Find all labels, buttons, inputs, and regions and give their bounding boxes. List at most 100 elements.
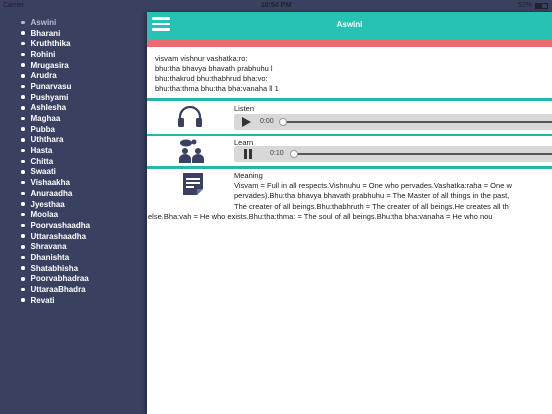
sidebar-item-dhanishta[interactable]: Dhanishta <box>0 252 147 263</box>
people-icon <box>179 139 204 163</box>
bullet-icon <box>21 116 25 121</box>
meaning-label: Meaning <box>234 170 263 180</box>
sidebar-item-kruththika[interactable]: Kruththika <box>0 38 147 49</box>
learn-track[interactable] <box>292 153 552 155</box>
bullet-icon <box>21 127 25 131</box>
sidebar-item-punarvasu[interactable]: Punarvasu <box>0 81 147 92</box>
sidebar-item-maghaa[interactable]: Maghaa <box>0 113 147 124</box>
sidebar-item-poorvashaadha[interactable]: Poorvashaadha <box>0 220 147 231</box>
sidebar-item-label: Rohini <box>30 49 56 59</box>
page-title: Aswini <box>336 20 363 29</box>
sidebar-item-label: Mrugasira <box>30 60 69 70</box>
verse-line: bhu:tha:thma bhu:tha bha:vanaha ll 1 <box>155 84 279 93</box>
sidebar-item-shravana[interactable]: Shravana <box>0 241 147 252</box>
bullet-icon <box>21 202 25 206</box>
verse-line: visvam vishnur vashatka:ro: <box>155 54 248 63</box>
listen-track[interactable] <box>280 120 552 123</box>
bullet-icon <box>21 74 25 78</box>
meaning-line: The creater of all beings.Bhu:thabhruth … <box>234 201 509 211</box>
sidebar-item-jyesthaa[interactable]: Jyesthaa <box>0 199 147 210</box>
bullet-icon <box>21 41 25 46</box>
bullet-icon <box>21 298 25 302</box>
bullet-icon <box>21 52 25 57</box>
document-icon <box>183 172 203 195</box>
sidebar-item-chitta[interactable]: Chitta <box>0 156 147 167</box>
sidebar-item-label: Shravana <box>30 242 67 252</box>
listen-row: Listen 0:00 <box>147 101 552 134</box>
nav-bar: Aswini <box>147 12 552 40</box>
battery-icon <box>535 2 548 9</box>
sidebar-item-label: Anuraadha <box>30 188 73 198</box>
sidebar-item-poorvabhadraa[interactable]: Poorvabhadraa <box>0 274 147 285</box>
sidebar-item-shatabhisha[interactable]: Shatabhisha <box>0 263 147 274</box>
bullet-icon <box>21 84 25 89</box>
learn-row: Learn 0:10 <box>147 136 552 166</box>
bullet-icon <box>21 266 25 270</box>
sidebar-item-anuraadha[interactable]: Anuraadha <box>0 188 147 199</box>
sidebar-item-label: Punarvasu <box>30 81 72 91</box>
sidebar-item-label: Shatabhisha <box>30 263 79 273</box>
bullet-icon <box>21 245 25 249</box>
sidebar-item-label: Hasta <box>30 146 53 156</box>
play-icon[interactable] <box>241 116 251 127</box>
sidebar-item-label: UttaraaBhadra <box>30 285 86 295</box>
bullet-icon <box>21 159 25 164</box>
bullet-icon <box>21 255 25 260</box>
sidebar-item-swaati[interactable]: Swaati <box>0 167 147 178</box>
sidebar-item-vishaakha[interactable]: Vishaakha <box>0 177 147 188</box>
learn-audio-player[interactable]: 0:10 <box>234 146 552 162</box>
meaning-line: pervades).Bhu:tha bhavya bhavath prabhuh… <box>234 191 510 200</box>
sidebar-item-label: Jyesthaa <box>30 199 65 209</box>
sidebar-item-pushyami[interactable]: Pushyami <box>0 92 147 103</box>
meaning-row: Meaning Visvam = Full in all respects.Vi… <box>147 169 552 239</box>
listen-audio-player[interactable]: 0:00 <box>234 113 552 130</box>
sidebar-item-uttaraabhadra[interactable]: UttaraaBhadra <box>0 284 147 295</box>
learn-time: 0:10 <box>270 150 284 157</box>
sidebar-item-ashlesha[interactable]: Ashlesha <box>0 103 147 114</box>
sidebar-item-aswini[interactable]: Aswini <box>0 17 147 28</box>
sidebar-item-label: Pubba <box>30 124 55 134</box>
verse-text: visvam vishnur vashatka:ro: bhu:tha bhav… <box>147 47 552 98</box>
bullet-icon <box>21 63 25 67</box>
bullet-icon <box>21 277 25 281</box>
sidebar-item-label: Uttarashaadha <box>30 231 87 241</box>
sidebar-item-label: Maghaa <box>30 114 61 124</box>
listen-scrubber[interactable] <box>279 117 287 126</box>
battery-percent: 51% <box>517 2 532 9</box>
bullet-icon <box>21 223 25 228</box>
bullet-icon <box>21 31 25 35</box>
sidebar-item-label: Vishaakha <box>30 178 70 188</box>
accent-stripe <box>147 40 552 47</box>
sidebar-item-revati[interactable]: Revati <box>0 295 147 306</box>
sidebar-item-uttarashaadha[interactable]: Uttarashaadha <box>0 231 147 242</box>
battery-indicator: 51% <box>518 2 548 9</box>
sidebar-item-label: Dhanishta <box>30 252 70 262</box>
sidebar-item-label: Swaati <box>30 167 56 177</box>
sidebar-item-bharani[interactable]: Bharani <box>0 28 147 39</box>
sidebar-item-moolaa[interactable]: Moolaa <box>0 209 147 220</box>
sidebar-item-label: Poorvabhadraa <box>30 274 89 284</box>
sidebar-item-mrugasira[interactable]: Mrugasira <box>0 60 147 71</box>
sidebar-item-pubba[interactable]: Pubba <box>0 124 147 135</box>
status-time: 10:54 PM <box>260 2 292 9</box>
sidebar-item-label: Kruththika <box>30 39 71 49</box>
sidebar-item-label: Moolaa <box>30 210 59 220</box>
sidebar-item-label: Uththara <box>30 135 64 145</box>
bullet-icon <box>21 287 25 292</box>
sidebar-item-label: Poorvashaadha <box>30 220 91 230</box>
sidebar-item-label: Chitta <box>30 156 54 166</box>
pause-icon[interactable] <box>243 149 253 159</box>
sidebar-item-label: Aswini <box>30 17 57 27</box>
bullet-icon <box>21 170 25 174</box>
sidebar-item-hasta[interactable]: Hasta <box>0 145 147 156</box>
learn-scrubber[interactable] <box>290 150 298 158</box>
verse-line: bhu:thakrud bhu:thabhrud bha:vo: <box>155 74 268 83</box>
meaning-line: else.Bha:vah = He who exists.Bhu:tha:thm… <box>148 212 493 221</box>
bullet-icon <box>21 212 25 217</box>
sidebar-item-uththara[interactable]: Uththara <box>0 135 147 146</box>
bullet-icon <box>21 95 25 99</box>
sidebar-item-arudra[interactable]: Arudra <box>0 70 147 81</box>
bullet-icon <box>21 20 25 25</box>
sidebar-item-rohini[interactable]: Rohini <box>0 49 147 60</box>
headphones-icon <box>178 105 202 127</box>
